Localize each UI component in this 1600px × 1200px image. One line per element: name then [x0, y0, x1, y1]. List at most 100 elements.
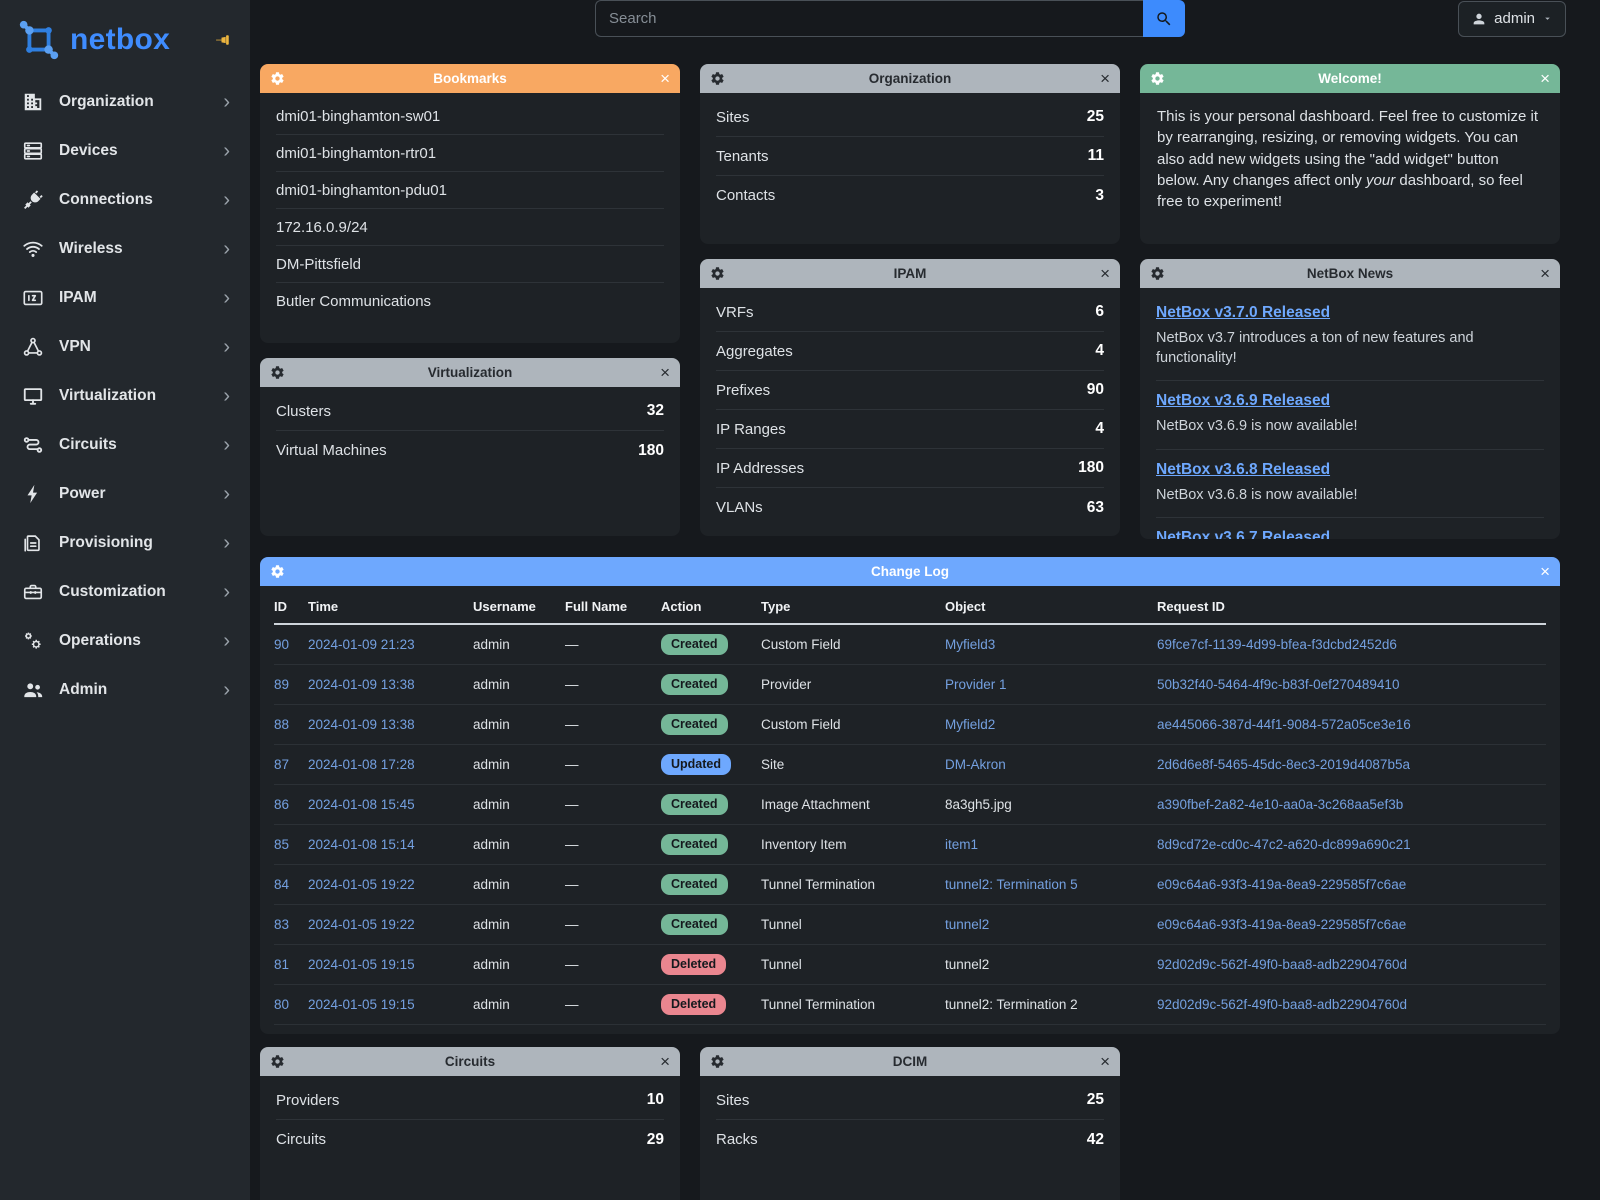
widget-organization: Organization × Sites25Tenants11Contacts3: [700, 64, 1120, 244]
changelog-id-link[interactable]: 87: [274, 757, 289, 772]
sidebar-item-admin[interactable]: Admin›: [0, 665, 250, 714]
news-link[interactable]: NetBox v3.6.7 Released: [1156, 529, 1330, 539]
sidebar-item-ipam[interactable]: IPAM›: [0, 273, 250, 322]
sidebar-item-organization[interactable]: Organization›: [0, 77, 250, 126]
changelog-id-link[interactable]: 86: [274, 797, 289, 812]
bookmark-item[interactable]: DM-Pittsfield: [276, 246, 664, 283]
close-icon[interactable]: ×: [660, 1053, 670, 1070]
changelog-id-link[interactable]: 88: [274, 717, 289, 732]
changelog-type: Custom Field: [761, 637, 841, 652]
sidebar-item-power[interactable]: Power›: [0, 469, 250, 518]
pin-icon[interactable]: [214, 30, 234, 50]
stat-label: Aggregates: [716, 343, 793, 360]
sidebar-item-label: Organization: [59, 93, 154, 111]
widget-welcome-header: Welcome! ×: [1140, 64, 1560, 93]
changelog-id-link[interactable]: 89: [274, 677, 289, 692]
changelog-time-link[interactable]: 2024-01-05 19:22: [308, 917, 415, 932]
changelog-time-link[interactable]: 2024-01-05 19:22: [308, 877, 415, 892]
sidebar-item-connections[interactable]: Connections›: [0, 175, 250, 224]
bookmark-item[interactable]: dmi01-binghamton-pdu01: [276, 172, 664, 209]
changelog-time-link[interactable]: 2024-01-09 21:23: [308, 637, 415, 652]
action-badge: Deleted: [661, 994, 726, 1015]
changelog-time-link[interactable]: 2024-01-08 15:45: [308, 797, 415, 812]
changelog-type: Inventory Item: [761, 837, 847, 852]
sidebar-item-operations[interactable]: Operations›: [0, 616, 250, 665]
changelog-time-link[interactable]: 2024-01-08 17:28: [308, 757, 415, 772]
gear-icon[interactable]: [270, 1054, 285, 1069]
changelog-time-link[interactable]: 2024-01-05 19:15: [308, 997, 415, 1012]
news-link[interactable]: NetBox v3.6.8 Released: [1156, 461, 1330, 478]
news-item: NetBox v3.6.8 ReleasedNetBox v3.6.8 is n…: [1156, 450, 1544, 519]
close-icon[interactable]: ×: [1100, 1053, 1110, 1070]
netbox-logo[interactable]: [16, 17, 62, 63]
search-button[interactable]: [1143, 0, 1185, 37]
bookmark-item[interactable]: 172.16.0.9/24: [276, 209, 664, 246]
changelog-object-link[interactable]: Myfield2: [945, 717, 995, 732]
changelog-request-id-link[interactable]: 69fce7cf-1139-4d99-bfea-f3dcbd2452d6: [1157, 637, 1397, 652]
changelog-time-link[interactable]: 2024-01-05 19:15: [308, 957, 415, 972]
changelog-request-id-link[interactable]: 50b32f40-5464-4f9c-b83f-0ef270489410: [1157, 677, 1399, 692]
bookmark-item[interactable]: dmi01-binghamton-sw01: [276, 98, 664, 135]
changelog-id-link[interactable]: 84: [274, 877, 289, 892]
table-row: 842024-01-05 19:22admin—CreatedTunnel Te…: [274, 865, 1546, 905]
changelog-request-id-link[interactable]: e09c64a6-93f3-419a-8ea9-229585f7c6ae: [1157, 877, 1406, 892]
changelog-request-id-link[interactable]: 2d6d6e8f-5465-45dc-8ec3-2019d4087b5a: [1157, 757, 1410, 772]
widget-bookmarks-header: Bookmarks ×: [260, 64, 680, 93]
changelog-id-link[interactable]: 90: [274, 637, 289, 652]
changelog-id-link[interactable]: 83: [274, 917, 289, 932]
changelog-id-link[interactable]: 85: [274, 837, 289, 852]
user-menu[interactable]: admin: [1458, 1, 1566, 37]
close-icon[interactable]: ×: [1540, 563, 1550, 580]
changelog-object-link[interactable]: tunnel2: [945, 917, 989, 932]
changelog-time-link[interactable]: 2024-01-08 15:14: [308, 837, 415, 852]
changelog-id-link[interactable]: 80: [274, 997, 289, 1012]
gear-icon[interactable]: [710, 1054, 725, 1069]
stat-row: Prefixes90: [716, 371, 1104, 410]
changelog-object-link[interactable]: tunnel2: Termination 5: [945, 877, 1078, 892]
sidebar-item-devices[interactable]: Devices›: [0, 126, 250, 175]
gear-icon[interactable]: [270, 71, 285, 86]
changelog-request-id-link[interactable]: 8d9cd72e-cd0c-47c2-a620-dc899a690c21: [1157, 837, 1411, 852]
changelog-request-id-link[interactable]: a390fbef-2a82-4e10-aa0a-3c268aa5ef3b: [1157, 797, 1403, 812]
gear-icon[interactable]: [1150, 266, 1165, 281]
changelog-object-link[interactable]: item1: [945, 837, 978, 852]
sidebar-item-provisioning[interactable]: Provisioning›: [0, 518, 250, 567]
close-icon[interactable]: ×: [1100, 265, 1110, 282]
stat-row: Circuits29: [276, 1120, 664, 1159]
gear-icon[interactable]: [710, 266, 725, 281]
changelog-request-id-link[interactable]: 92d02d9c-562f-49f0-baa8-adb22904760d: [1157, 997, 1407, 1012]
sidebar-item-customization[interactable]: Customization›: [0, 567, 250, 616]
changelog-time-link[interactable]: 2024-01-09 13:38: [308, 717, 415, 732]
close-icon[interactable]: ×: [660, 70, 670, 87]
sidebar-item-virtualization[interactable]: Virtualization›: [0, 371, 250, 420]
building-icon: [22, 91, 44, 113]
stat-label: Providers: [276, 1092, 339, 1109]
gear-icon[interactable]: [270, 564, 285, 579]
close-icon[interactable]: ×: [1100, 70, 1110, 87]
bookmark-item[interactable]: dmi01-binghamton-rtr01: [276, 135, 664, 172]
changelog-object-link[interactable]: DM-Akron: [945, 757, 1006, 772]
sidebar-item-vpn[interactable]: VPN›: [0, 322, 250, 371]
gear-icon[interactable]: [1150, 71, 1165, 86]
close-icon[interactable]: ×: [1540, 70, 1550, 87]
changelog-request-id-link[interactable]: 92d02d9c-562f-49f0-baa8-adb22904760d: [1157, 957, 1407, 972]
bookmark-item[interactable]: Butler Communications: [276, 283, 664, 320]
changelog-request-id-link[interactable]: e09c64a6-93f3-419a-8ea9-229585f7c6ae: [1157, 917, 1406, 932]
news-link[interactable]: NetBox v3.7.0 Released: [1156, 304, 1330, 321]
gear-icon[interactable]: [710, 71, 725, 86]
news-item: NetBox v3.7.0 ReleasedNetBox v3.7 introd…: [1156, 293, 1544, 381]
logo-text[interactable]: netbox: [70, 23, 170, 57]
changelog-request-id-link[interactable]: ae445066-387d-44f1-9084-572a05ce3e16: [1157, 717, 1411, 732]
changelog-id-link[interactable]: 81: [274, 957, 289, 972]
changelog-object-link[interactable]: Myfield3: [945, 637, 995, 652]
sidebar-item-circuits[interactable]: Circuits›: [0, 420, 250, 469]
search-input[interactable]: [595, 0, 1143, 37]
changelog-time-link[interactable]: 2024-01-09 13:38: [308, 677, 415, 692]
sidebar-item-wireless[interactable]: Wireless›: [0, 224, 250, 273]
column-header: Time: [308, 588, 473, 624]
changelog-object-link[interactable]: Provider 1: [945, 677, 1007, 692]
gear-icon[interactable]: [270, 365, 285, 380]
close-icon[interactable]: ×: [660, 364, 670, 381]
close-icon[interactable]: ×: [1540, 265, 1550, 282]
news-link[interactable]: NetBox v3.6.9 Released: [1156, 392, 1330, 409]
